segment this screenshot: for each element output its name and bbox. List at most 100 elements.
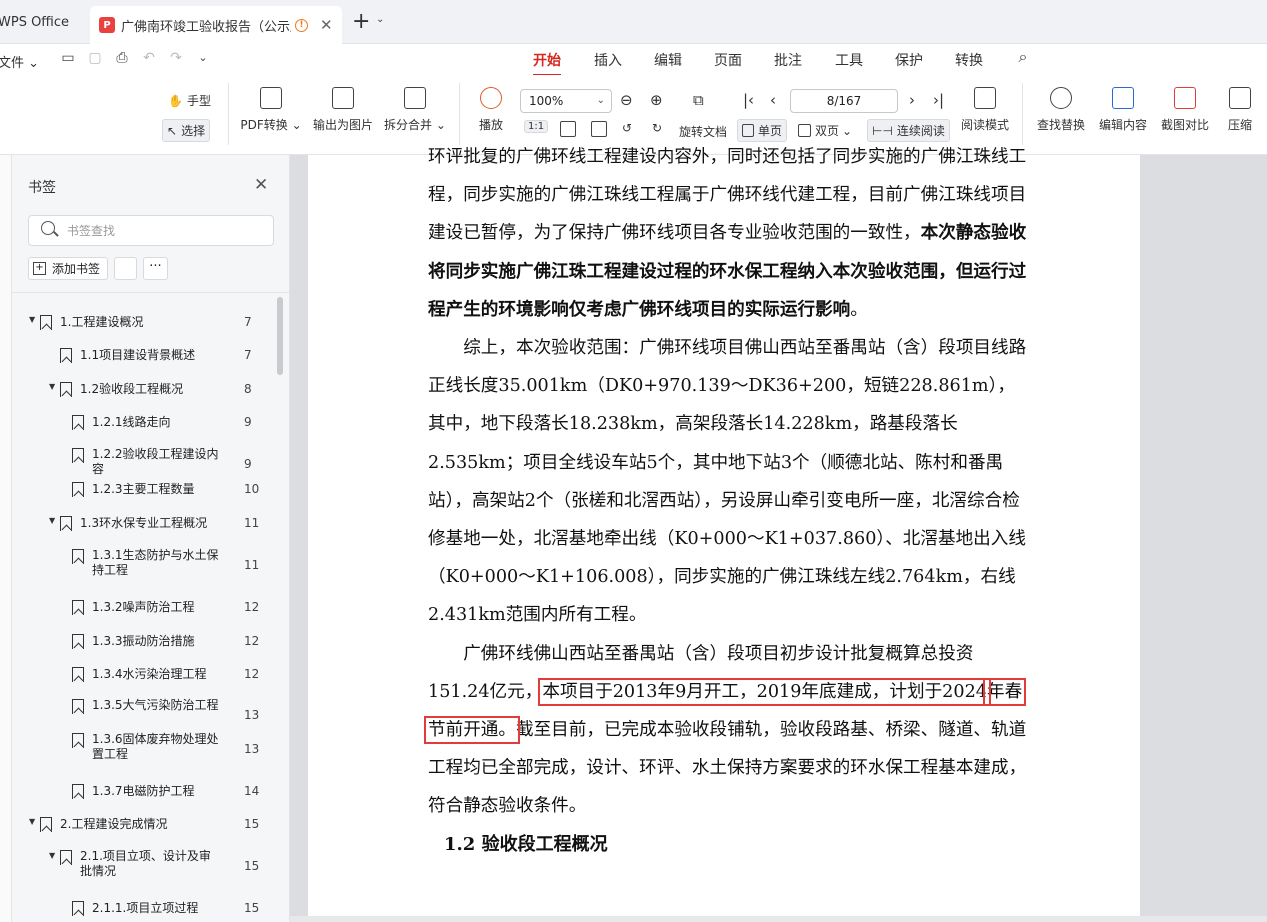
close-tab-icon[interactable]: ✕ (320, 16, 333, 34)
bookmark-icon[interactable] (114, 257, 137, 280)
hand-tool-button[interactable]: ✋ 手型 (168, 92, 211, 109)
first-page-icon[interactable]: |‹ (743, 89, 754, 111)
paragraph-2: 综上，本次验收范围：广佛环线项目佛山西站至番禺站（含）段项目线路正线长度35.0… (428, 338, 1027, 626)
compare-icon (1174, 87, 1196, 109)
bookmark-flag-icon (72, 667, 84, 682)
tab-document[interactable]: P 广佛南环竣工验收报告（公示版 ! ✕ (90, 6, 342, 44)
page-number-input[interactable]: 8/167 (790, 89, 898, 113)
rotate-right-icon[interactable]: ↻ (652, 121, 662, 135)
bookmark-item[interactable]: 1.3.7电磁防护工程 14 (12, 782, 277, 800)
bookmark-page-number: 8 (244, 382, 252, 396)
menu-edit[interactable]: 编辑 (654, 50, 682, 70)
folder-icon[interactable]: ▭ (60, 50, 76, 66)
bookmark-page-number: 10 (244, 482, 260, 496)
find-replace-button[interactable]: 查找替换 (1035, 87, 1087, 133)
split-merge-button[interactable]: 拆分合并 ⌄ (384, 87, 446, 133)
single-page-icon (742, 124, 754, 137)
quick-access-chevron-icon[interactable]: ⌄ (195, 50, 211, 66)
save-icon[interactable]: ▢ (87, 50, 103, 66)
export-image-button[interactable]: 输出为图片 (311, 87, 375, 133)
play-button[interactable]: 播放 (476, 87, 506, 133)
search-icon[interactable]: ⌕ (1015, 49, 1031, 65)
bookmark-item[interactable]: ▼ 1.工程建设概况 7 (12, 313, 277, 331)
bookmark-item[interactable]: ▼ 1.2验收段工程概况 8 (12, 380, 277, 398)
bookmark-item[interactable]: ▼ 2.1.项目立项、设计及审批情况 15 (12, 849, 277, 883)
bookmark-label: 2.1.项目立项、设计及审批情况 (80, 849, 211, 878)
menu-convert[interactable]: 转换 (955, 50, 983, 70)
compress-button[interactable]: 压缩 (1225, 87, 1255, 133)
bookmark-item[interactable]: 1.3.2噪声防治工程 12 (12, 598, 277, 616)
next-page-icon[interactable]: › (909, 89, 915, 111)
left-panel-strip (0, 155, 12, 922)
last-page-icon[interactable]: ›| (933, 89, 944, 111)
compress-icon (1229, 87, 1251, 109)
zoom-out-icon[interactable]: ⊖ (620, 89, 633, 111)
menu-annotate[interactable]: 批注 (774, 50, 802, 70)
edit-content-label: 编辑内容 (1098, 118, 1147, 132)
horizontal-scrollbar[interactable] (290, 916, 1267, 922)
bookmark-item[interactable]: ▼ 1.3环水保专业工程概况 11 (12, 514, 277, 532)
fit-width-icon[interactable] (560, 121, 576, 137)
bookmark-item[interactable]: 1.3.5大气污染防治工程 13 (12, 698, 277, 732)
pdf-convert-button[interactable]: PDF转换 ⌄ (240, 87, 302, 133)
zoom-select[interactable]: 100% ⌄ (520, 89, 612, 113)
bookmark-flag-icon (72, 482, 84, 497)
expand-caret-icon[interactable]: ▼ (49, 516, 55, 525)
menu-start[interactable]: 开始 (533, 50, 561, 76)
bookmark-flag-icon (72, 448, 84, 463)
more-options-button[interactable]: ··· (143, 257, 168, 280)
select-tool-button[interactable]: ↖ 选择 (162, 119, 211, 142)
edit-content-button[interactable]: 编辑内容 (1097, 87, 1149, 133)
menu-page[interactable]: 页面 (714, 50, 742, 70)
bookmark-item[interactable]: 1.2.1线路走向 9 (12, 413, 277, 431)
rotate-left-icon[interactable]: ↺ (622, 121, 632, 135)
bookmark-label: 1.3.6固体废弃物处理处置工程 (92, 732, 219, 761)
sidebar-scrollbar[interactable] (277, 297, 283, 375)
menu-insert[interactable]: 插入 (594, 50, 622, 70)
menu-protect[interactable]: 保护 (895, 50, 923, 70)
new-tab-icon[interactable]: + (352, 10, 370, 34)
bookmark-flag-icon (60, 850, 72, 865)
print-icon[interactable]: ⎙ (114, 50, 130, 66)
bookmark-item[interactable]: 1.1项目建设背景概述 7 (12, 346, 277, 364)
expand-caret-icon[interactable]: ▼ (49, 851, 55, 860)
bookmark-label: 1.2.1线路走向 (92, 415, 171, 429)
bookmark-item[interactable]: 1.3.3振动防治措施 12 (12, 632, 277, 650)
bookmark-item[interactable]: 1.2.2验收段工程建设内容 9 (12, 447, 277, 481)
paragraph-3: 广佛环线佛山西站至番禺站（含）段项目初步设计批复概算总投资151.24亿元，本项… (423, 635, 1028, 826)
actual-size-icon[interactable]: 1:1 (524, 120, 549, 133)
add-bookmark-button[interactable]: + 添加书签 (28, 257, 108, 280)
tab-wps-office[interactable]: WPS Office (0, 5, 84, 39)
chevron-down-icon: ⌄ (596, 95, 605, 106)
expand-caret-icon[interactable]: ▼ (29, 817, 35, 826)
bookmark-item[interactable]: 1.3.1生态防护与水土保持工程 11 (12, 548, 277, 582)
reading-mode-button[interactable]: 阅读模式 (958, 87, 1012, 133)
reading-mode-label: 阅读模式 (960, 118, 1009, 132)
panel-divider (12, 292, 290, 293)
prev-page-icon[interactable]: ‹ (770, 89, 776, 111)
bookmark-item[interactable]: 1.3.4水污染治理工程 12 (12, 665, 277, 683)
ribbon-divider (1022, 83, 1023, 145)
zoom-in-icon[interactable]: ⊕ (650, 89, 663, 111)
double-page-button[interactable]: 双页 ⌄ (798, 122, 852, 139)
file-menu[interactable]: 文件 ⌄ (0, 52, 39, 71)
close-icon[interactable]: ✕ (254, 175, 268, 195)
bookmark-label: 1.3.3振动防治措施 (92, 634, 195, 648)
screenshot-compare-button[interactable]: 截图对比 (1159, 87, 1211, 133)
play-icon (480, 87, 502, 109)
bookmark-item[interactable]: 1.3.6固体废弃物处理处置工程 13 (12, 732, 277, 766)
expand-caret-icon[interactable]: ▼ (49, 382, 55, 391)
warning-icon[interactable]: ! (295, 18, 308, 32)
bookmark-item[interactable]: ▼ 2.工程建设完成情况 15 (12, 815, 277, 833)
bookmark-search-input[interactable] (67, 222, 257, 240)
redo-icon[interactable]: ↷ (168, 50, 184, 66)
bookmark-item[interactable]: 2.1.1.项目立项过程 15 (12, 899, 277, 917)
bookmark-item[interactable]: 1.2.3主要工程数量 10 (12, 480, 277, 498)
fit-page-icon[interactable]: ⧉ (693, 89, 704, 111)
undo-icon[interactable]: ↶ (141, 50, 157, 66)
bookmark-panel-title: 书签 (28, 180, 56, 196)
fit-height-icon[interactable] (591, 121, 607, 137)
tab-list-chevron-icon[interactable]: ⌄ (376, 14, 384, 25)
menu-tools[interactable]: 工具 (835, 50, 863, 70)
expand-caret-icon[interactable]: ▼ (29, 315, 35, 324)
